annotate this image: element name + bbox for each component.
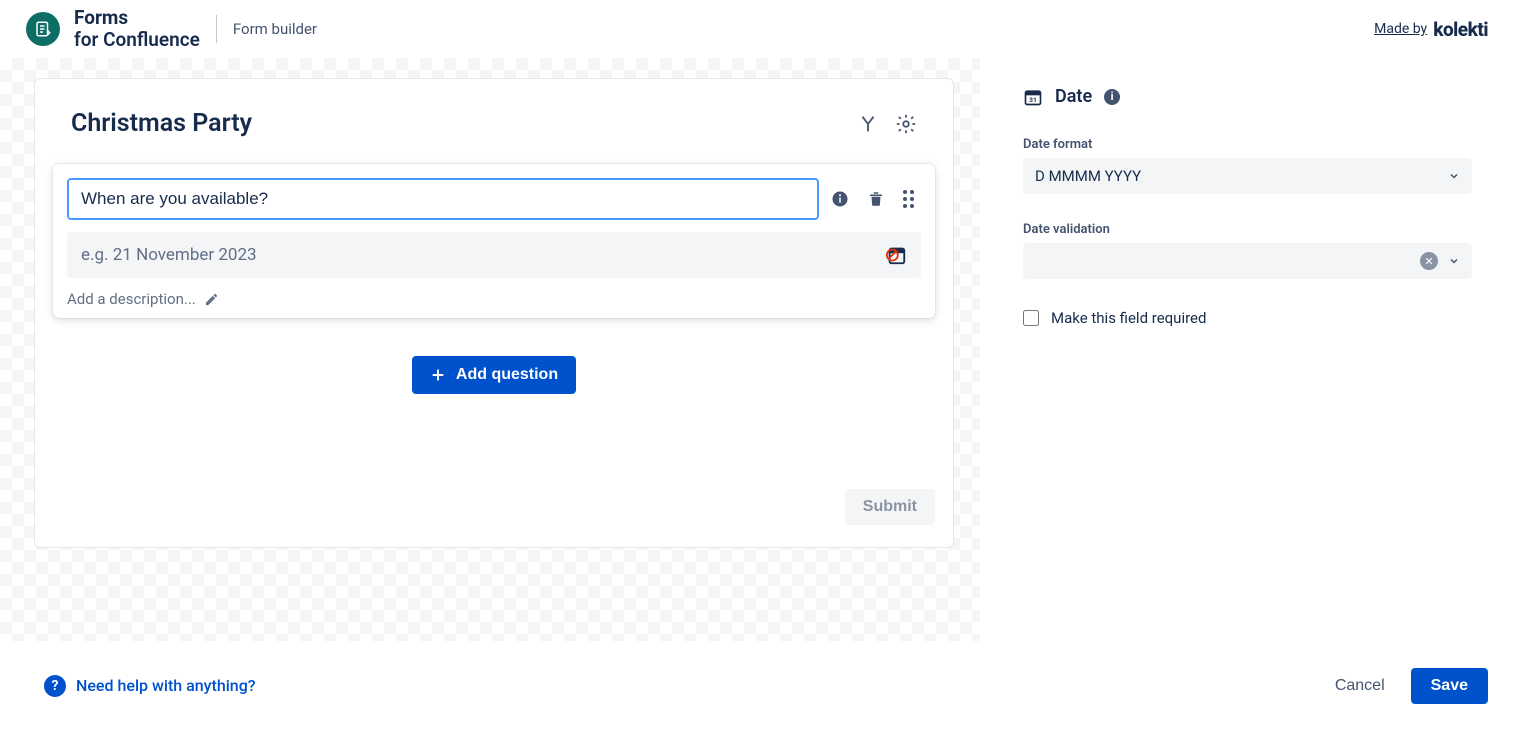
chevron-down-icon [1448, 255, 1460, 267]
form-title[interactable]: Christmas Party [71, 109, 252, 138]
made-by-label[interactable]: Made by [1374, 21, 1427, 37]
submit-button: Submit [845, 489, 935, 525]
panel-title: 31 Date i [1023, 86, 1472, 107]
svg-text:31: 31 [1029, 96, 1037, 104]
pencil-icon [204, 292, 219, 307]
form-card: Christmas Party [34, 78, 954, 548]
required-checkbox-row[interactable]: Make this field required [1023, 309, 1472, 327]
app-header: Forms for Confluence Form builder Made b… [0, 0, 1514, 58]
form-header: Christmas Party [53, 103, 935, 164]
required-checkbox[interactable] [1023, 310, 1039, 326]
help-icon: ? [44, 675, 66, 697]
description-prompt: Add a description... [67, 290, 196, 308]
question-card[interactable]: e.g. 21 November 2023 Add a description.… [53, 164, 935, 318]
app-title: Forms for Confluence [74, 7, 200, 51]
required-label: Make this field required [1051, 309, 1206, 327]
app-title-line2: for Confluence [74, 29, 200, 51]
app-title-line1: Forms [74, 7, 200, 29]
clear-icon[interactable]: ✕ [1420, 252, 1438, 270]
main-area: Christmas Party [0, 58, 1514, 641]
calendar-icon: 31 [1023, 87, 1043, 107]
info-icon[interactable]: i [1104, 89, 1120, 105]
save-button[interactable]: Save [1411, 668, 1488, 704]
cancel-button[interactable]: Cancel [1319, 668, 1401, 704]
breadcrumb: Form builder [233, 20, 317, 38]
trash-icon[interactable] [867, 190, 885, 208]
plus-icon [430, 367, 446, 383]
calendar-disabled-icon [885, 244, 907, 266]
date-preview: e.g. 21 November 2023 [67, 232, 921, 278]
help-link[interactable]: ? Need help with anything? [44, 675, 256, 697]
date-format-label: Date format [1023, 137, 1472, 152]
brand-name[interactable]: kolekti [1433, 18, 1488, 41]
chevron-down-icon [1448, 170, 1460, 182]
conditions-icon[interactable] [857, 113, 879, 135]
add-question-button[interactable]: Add question [412, 356, 576, 394]
question-label-input[interactable] [67, 178, 819, 220]
add-question-label: Add question [456, 366, 558, 384]
help-text: Need help with anything? [76, 676, 256, 695]
description-button[interactable]: Add a description... [67, 290, 921, 308]
gear-icon[interactable] [895, 113, 917, 135]
date-validation-select[interactable]: ✕ [1023, 243, 1472, 279]
date-placeholder-text: e.g. 21 November 2023 [81, 245, 257, 265]
date-format-value: D MMMM YYYY [1035, 167, 1141, 185]
drag-handle-icon[interactable] [903, 190, 921, 208]
divider [216, 15, 217, 43]
date-validation-label: Date validation [1023, 222, 1472, 237]
date-format-select[interactable]: D MMMM YYYY [1023, 158, 1472, 194]
form-canvas[interactable]: Christmas Party [0, 58, 980, 641]
info-icon[interactable] [831, 190, 849, 208]
app-logo-icon [26, 12, 60, 46]
footer: ? Need help with anything? Cancel Save [0, 641, 1514, 729]
properties-panel: 31 Date i Date format D MMMM YYYY Date v… [980, 58, 1514, 641]
